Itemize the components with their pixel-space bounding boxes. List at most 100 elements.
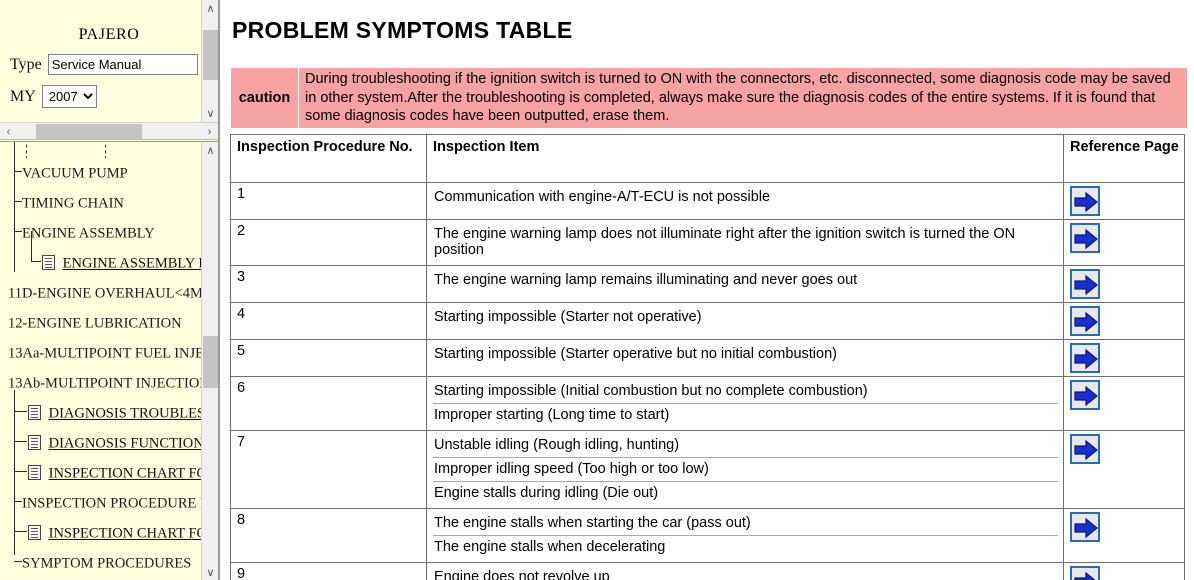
- tree-item-label: 11D-ENGINE OVERHAUL<4M4>: [8, 285, 201, 302]
- tree-item-symptom-procedures[interactable]: SYMPTOM PROCEDURES: [0, 548, 201, 578]
- sub-item: The engine stalls when starting the car …: [433, 512, 1058, 536]
- sub-item: Improper idling speed (Too high or too l…: [433, 458, 1058, 482]
- sub-item: The engine stalls when decelerating: [434, 538, 666, 555]
- tree-item-diagnosis-troubleshooting[interactable]: DIAGNOSIS TROUBLESHOO: [0, 398, 201, 428]
- tree-item-inspection-procedure[interactable]: INSPECTION PROCEDURE FOR I: [0, 488, 201, 518]
- tree-connector-line: [14, 471, 27, 472]
- cell-inspection-item: Starting impossible (Initial combustion …: [426, 375, 1064, 431]
- cell-procedure-no: 8: [230, 507, 427, 563]
- cell-reference-page: [1063, 561, 1185, 580]
- tree-item-label: SYMPTOM PROCEDURES: [22, 555, 192, 572]
- scroll-right-icon[interactable]: ›: [201, 123, 218, 139]
- tree-connector-line: [31, 231, 32, 262]
- scrollbar-thumb[interactable]: [203, 336, 218, 388]
- cell-procedure-no: 3: [230, 264, 427, 303]
- cell-reference-page: [1063, 301, 1185, 340]
- scroll-down-icon[interactable]: ∨: [202, 564, 218, 580]
- navigation-tree-frame: VACUUM PUMP TIMING CHAIN ENGINE ASSEMBLY…: [0, 141, 218, 580]
- tree-item-partial[interactable]: [0, 144, 201, 158]
- table-row: 4 Starting impossible (Starter not opera…: [230, 301, 1185, 340]
- sub-item: The engine warning lamp remains illumina…: [434, 271, 858, 288]
- tree-item-vacuum-pump[interactable]: VACUUM PUMP: [0, 158, 201, 188]
- table-row: 2 The engine warning lamp does not illum…: [230, 218, 1185, 266]
- tree-item-label: VACUUM PUMP: [22, 165, 128, 182]
- sub-item: Engine stalls during idling (Die out): [434, 484, 659, 501]
- blue-right-arrow-icon[interactable]: [1070, 268, 1100, 299]
- tree-connector-line: [14, 411, 27, 412]
- document-icon: [28, 405, 41, 420]
- document-icon: [42, 255, 55, 270]
- sub-item: Starting impossible (Starter operative b…: [434, 345, 837, 362]
- caution-label: caution: [230, 67, 299, 129]
- cell-inspection-item: Starting impossible (Starter operative b…: [426, 338, 1064, 377]
- tree-item-label: TIMING CHAIN: [22, 195, 124, 212]
- sidebar-panel: PAJERO Type MY 2007 ∧ ∨ ‹ ›: [0, 0, 220, 580]
- cell-inspection-item: Communication with engine-A/T-ECU is not…: [426, 181, 1064, 220]
- selector-vertical-scrollbar[interactable]: ∧ ∨: [201, 0, 218, 122]
- tree-item-engine-overhaul[interactable]: 11D-ENGINE OVERHAUL<4M4>: [0, 278, 201, 308]
- application-window: PAJERO Type MY 2007 ∧ ∨ ‹ ›: [0, 0, 1194, 580]
- tree-item-label: 12-ENGINE LUBRICATION: [8, 315, 182, 332]
- scroll-up-icon[interactable]: ∧: [202, 142, 218, 159]
- cell-inspection-item: Starting impossible (Starter not operati…: [426, 301, 1064, 340]
- header-inspection-item: Inspection Item: [426, 133, 1064, 183]
- scroll-up-icon[interactable]: ∧: [202, 0, 218, 17]
- tree-connector-line: [14, 231, 22, 232]
- cell-procedure-no: 6: [230, 375, 427, 431]
- sub-item: Communication with engine-A/T-ECU is not…: [434, 188, 771, 205]
- cell-inspection-item: Engine does not revolve up: [426, 561, 1064, 580]
- scroll-down-icon[interactable]: ∨: [202, 105, 218, 122]
- tree-connector-line: [31, 261, 41, 262]
- tree-vertical-scrollbar[interactable]: ∧ ∨: [201, 142, 218, 580]
- page-title: PROBLEM SYMPTOMS TABLE: [232, 17, 573, 43]
- blue-right-arrow-icon[interactable]: [1070, 565, 1100, 580]
- tree-connector-line: [14, 531, 27, 532]
- problem-symptoms-table: Inspection Procedure No. Inspection Item…: [230, 133, 1185, 580]
- model-year-select[interactable]: 2007: [41, 85, 97, 108]
- document-icon: [28, 435, 41, 450]
- header-inspection-procedure-no: Inspection Procedure No.: [230, 133, 427, 183]
- tree-item-diagnosis-function[interactable]: DIAGNOSIS FUNCTION: [0, 428, 201, 458]
- tree-connector-line: [14, 171, 22, 172]
- blue-right-arrow-icon[interactable]: [1070, 342, 1100, 373]
- type-input[interactable]: [47, 54, 198, 75]
- cell-reference-page: [1063, 507, 1185, 563]
- cell-procedure-no: 4: [230, 301, 427, 340]
- tree-item-label[interactable]: DIAGNOSIS TROUBLESHOO: [49, 406, 201, 422]
- scroll-left-icon[interactable]: ‹: [0, 123, 17, 139]
- my-label: MY: [10, 87, 36, 105]
- tree-item-inspection-chart-trouble[interactable]: INSPECTION CHART FOR TR: [0, 518, 201, 548]
- blue-right-arrow-icon[interactable]: [1070, 222, 1100, 253]
- blue-right-arrow-icon[interactable]: [1070, 511, 1100, 542]
- tree-item-label[interactable]: DIAGNOSIS FUNCTION: [49, 436, 201, 452]
- table-header-row: Inspection Procedure No. Inspection Item…: [230, 133, 1185, 183]
- type-field-row: Type: [0, 54, 218, 75]
- cell-reference-page: [1063, 338, 1185, 377]
- scrollbar-thumb[interactable]: [36, 124, 142, 139]
- blue-right-arrow-icon[interactable]: [1070, 379, 1100, 410]
- sub-item: Improper starting (Long time to start): [434, 406, 670, 423]
- tree-item-multipoint-fuel-injection[interactable]: 13Aa-MULTIPOINT FUEL INJECTI: [0, 338, 201, 368]
- sub-item: Unstable idling (Rough idling, hunting): [433, 434, 1058, 458]
- tree-item-multipoint-injection-system[interactable]: 13Ab-MULTIPOINT INJECTION SY: [0, 368, 201, 398]
- brand-title: PAJERO: [78, 26, 140, 43]
- tree-item-engine-lubrication[interactable]: 12-ENGINE LUBRICATION: [0, 308, 201, 338]
- cell-procedure-no: 1: [230, 181, 427, 220]
- cell-reference-page: [1063, 429, 1185, 509]
- selector-horizontal-scrollbar[interactable]: ‹ ›: [0, 122, 218, 139]
- blue-right-arrow-icon[interactable]: [1070, 433, 1100, 464]
- cell-reference-page: [1063, 218, 1185, 266]
- tree-item-timing-chain[interactable]: TIMING CHAIN: [0, 188, 201, 218]
- tree-item-label[interactable]: INSPECTION CHART FOR TR: [49, 526, 201, 542]
- tree-item-label[interactable]: ENGINE ASSEMBLY REMO: [63, 256, 201, 272]
- sub-item: Starting impossible (Initial combustion …: [433, 380, 1058, 404]
- blue-right-arrow-icon[interactable]: [1070, 305, 1100, 336]
- scrollbar-thumb[interactable]: [203, 30, 218, 80]
- cell-reference-page: [1063, 264, 1185, 303]
- cell-reference-page: [1063, 181, 1185, 220]
- tree-connector-line: [14, 201, 22, 202]
- blue-right-arrow-icon[interactable]: [1070, 185, 1100, 216]
- tree-item-label[interactable]: INSPECTION CHART FOR DI: [49, 466, 201, 482]
- tree-item-inspection-chart-diagnosis[interactable]: INSPECTION CHART FOR DI: [0, 458, 201, 488]
- table-row: 9 Engine does not revolve up: [230, 561, 1185, 580]
